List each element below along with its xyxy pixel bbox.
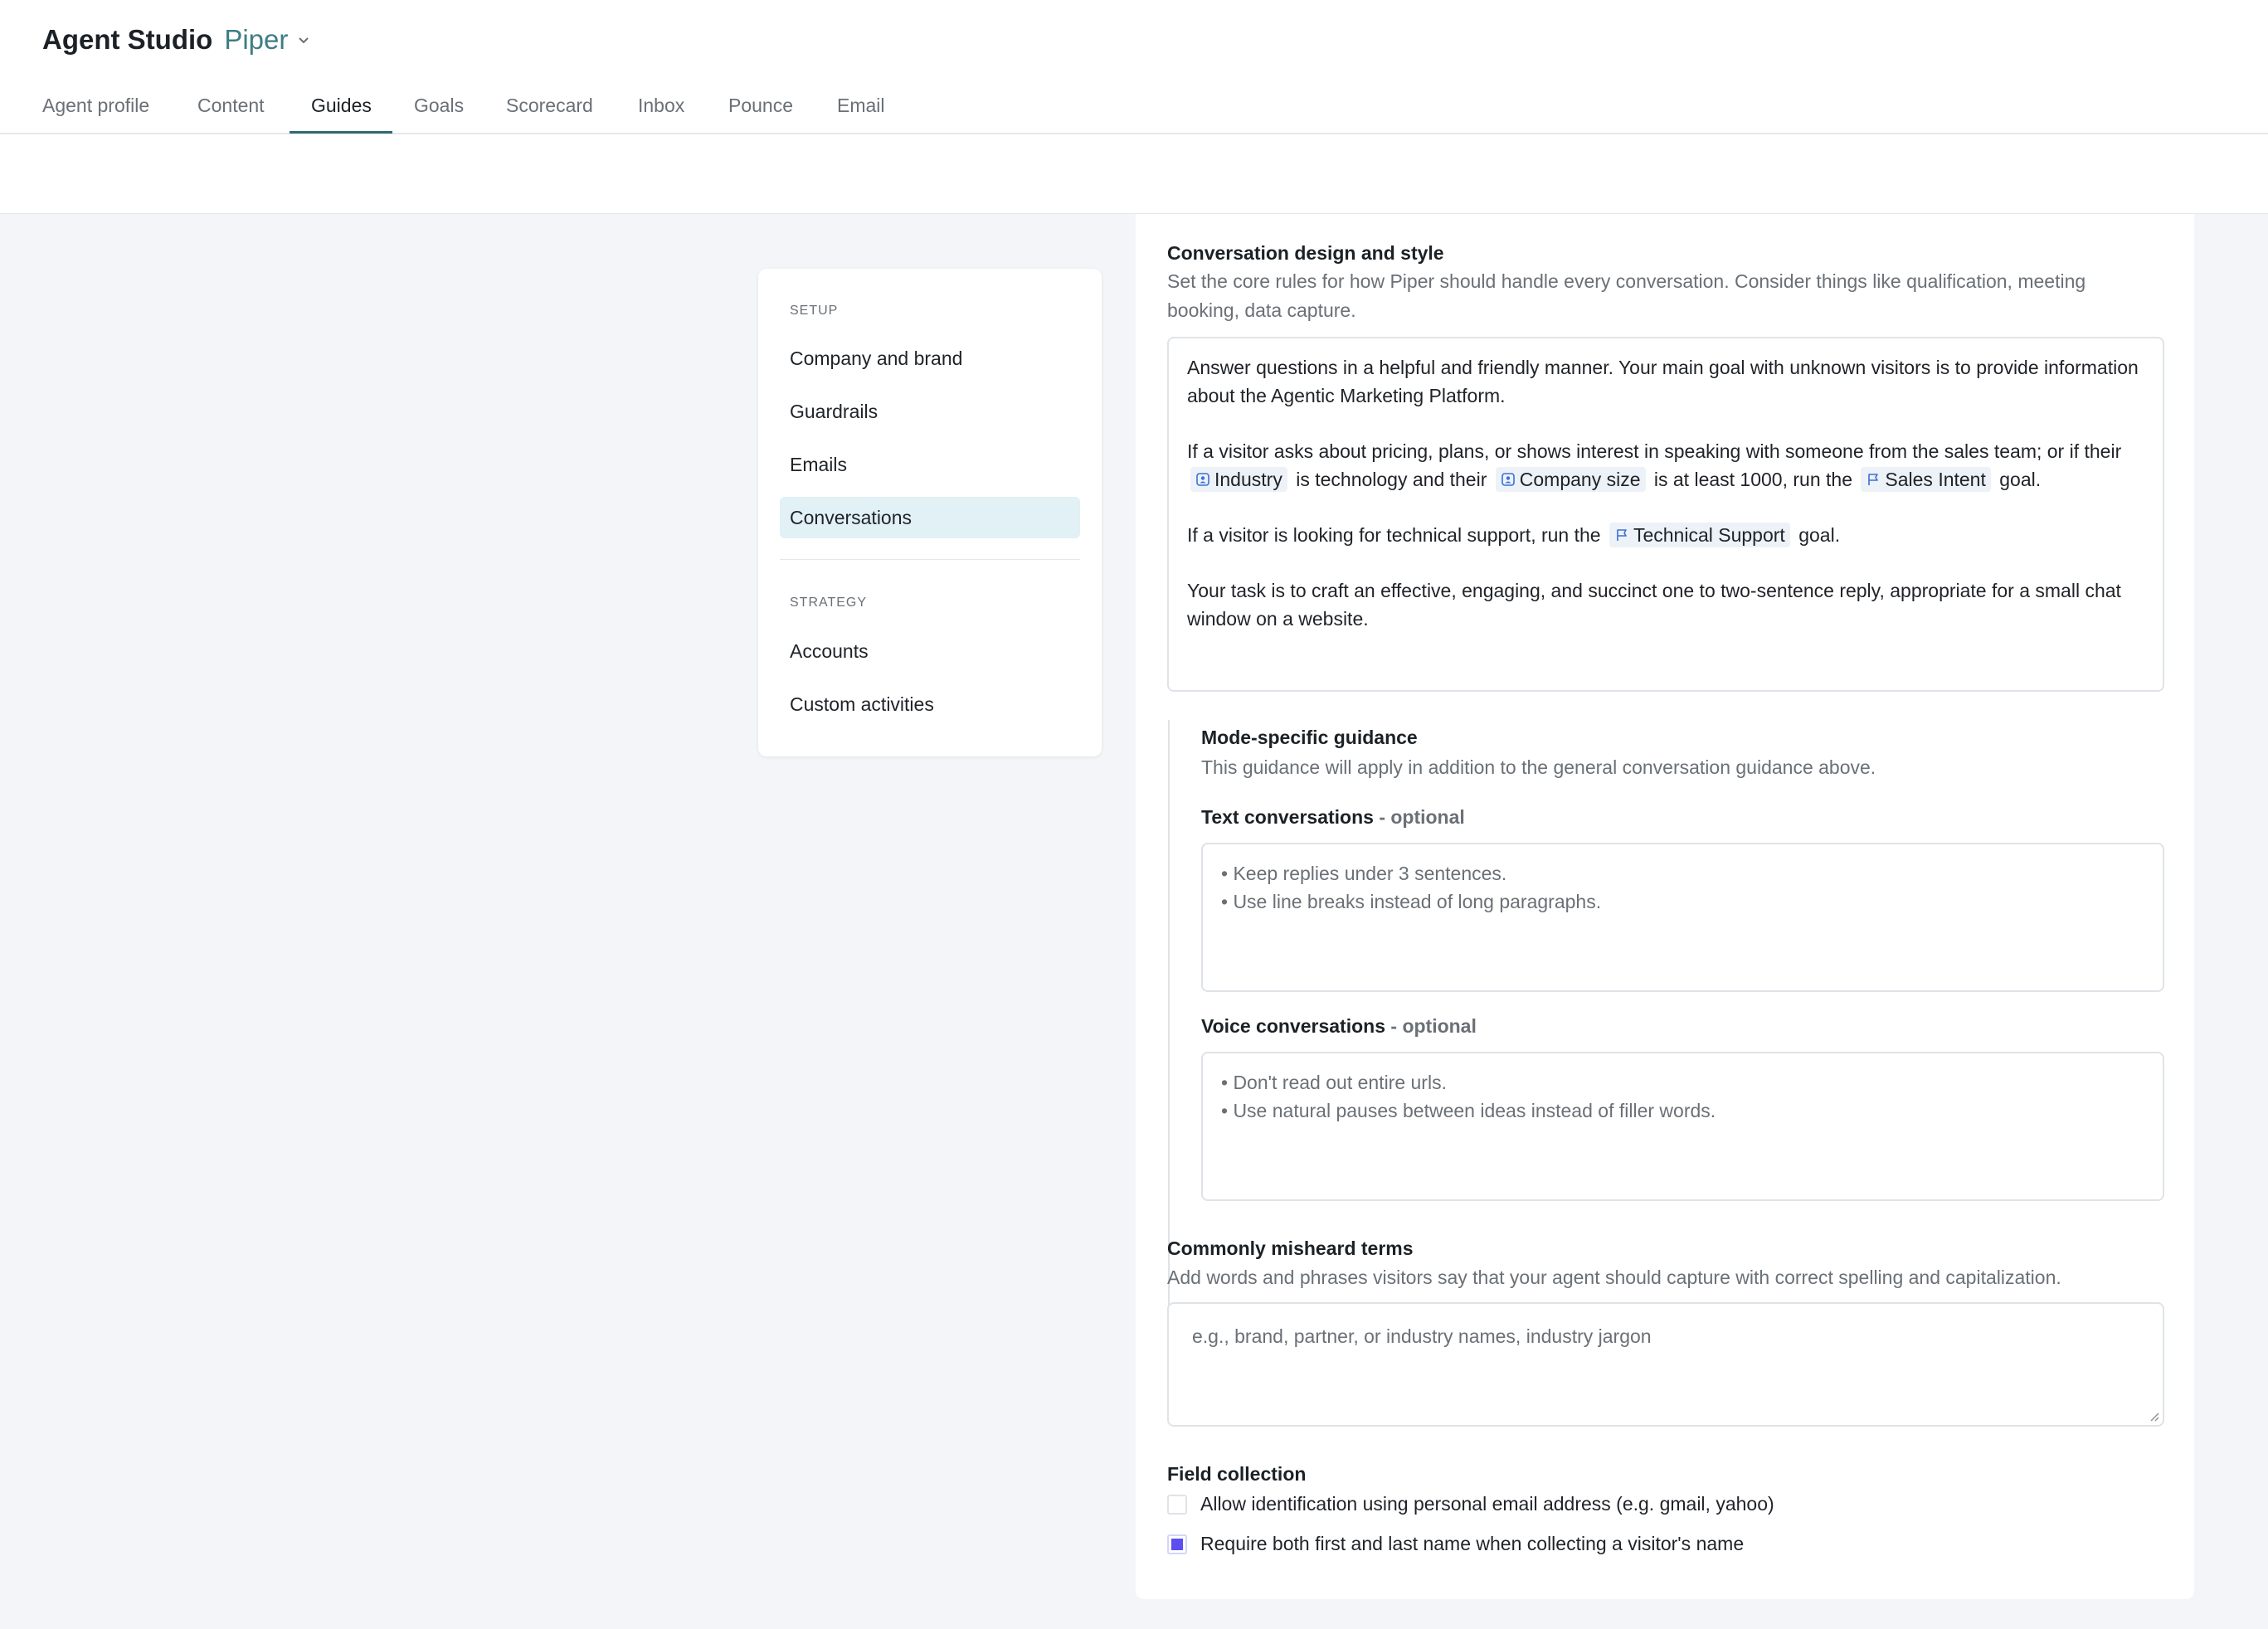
guidance-paragraph-4: Your task is to craft an effective, enga… [1187,580,2121,630]
company-size-field-chip[interactable]: Company size [1495,466,1646,492]
flag-icon [1868,474,1879,485]
chip-label: Sales Intent [1885,468,1986,490]
full-name-option[interactable]: Require both first and last name when co… [1167,1533,1744,1555]
tab-email[interactable]: Email [837,80,885,134]
checkbox-checked-mark [1171,1538,1183,1550]
tab-bar: Agent profile Content Guides Goals Score… [0,80,2268,134]
voice-conversations-label: Voice conversations - optional [1201,1015,1477,1038]
tab-guides[interactable]: Guides [311,80,372,134]
mode-guidance-description: This guidance will apply in addition to … [1201,756,1876,778]
guides-nav-card: Setup Company and brand Guardrails Email… [758,269,1102,756]
tab-scorecard[interactable]: Scorecard [506,80,593,134]
voice-conversations-input[interactable]: • Don't read out entire urls. • Use natu… [1201,1052,2164,1201]
person-field-icon [1196,473,1209,486]
guidance-text: If a visitor is looking for technical su… [1187,524,1601,546]
personal-email-checkbox[interactable] [1167,1494,1187,1515]
misheard-terms-input[interactable]: e.g., brand, partner, or industry names,… [1167,1302,2164,1427]
chip-label: Company size [1519,468,1641,490]
top-header: Agent Studio Piper Agent profile Content… [0,0,2268,214]
flag-icon [1617,529,1627,541]
tab-content[interactable]: Content [197,80,265,134]
conversations-panel: Conversation design and style Set the co… [1136,214,2194,1599]
nav-item-company-and-brand[interactable]: Company and brand [780,338,1080,379]
technical-support-goal-chip[interactable]: Technical Support [1609,522,1790,547]
text-conversations-title: Text conversations [1201,806,1374,828]
field-collection-title: Field collection [1167,1463,1307,1485]
voice-conversations-title: Voice conversations [1201,1015,1385,1037]
sales-intent-goal-chip[interactable]: Sales Intent [1861,466,1991,492]
nav-section-setup: Setup [790,304,839,318]
nav-item-accounts[interactable]: Accounts [780,630,1080,672]
guidance-text: is technology and their [1296,469,1487,490]
voice-placeholder-line-2: • Use natural pauses between ideas inste… [1221,1100,1716,1121]
tab-inbox[interactable]: Inbox [638,80,684,134]
nav-divider [780,559,1080,560]
nav-section-strategy: Strategy [790,596,868,610]
guidance-paragraph-3: If a visitor is looking for technical su… [1187,521,2144,549]
mode-guidance-title: Mode-specific guidance [1201,727,1418,748]
conversation-design-description: Set the core rules for how Piper should … [1167,270,2086,321]
misheard-terms-description: Add words and phrases visitors say that … [1167,1267,2061,1288]
guidance-paragraph-2: If a visitor asks about pricing, plans, … [1187,437,2144,494]
text-conversations-input[interactable]: • Keep replies under 3 sentences. • Use … [1201,843,2164,992]
chip-label: Technical Support [1633,523,1785,546]
personal-email-label[interactable]: Allow identification using personal emai… [1200,1493,1774,1515]
text-conversations-label: Text conversations - optional [1201,806,1465,829]
optional-tag: - optional [1379,806,1465,828]
title-row: Agent Studio Piper [42,22,311,58]
text-placeholder-line-2: • Use line breaks instead of long paragr… [1221,891,1602,912]
guidance-text: goal. [1798,524,1841,546]
nav-item-custom-activities[interactable]: Custom activities [780,683,1080,725]
resize-handle-icon[interactable] [2148,1410,2159,1422]
guidance-text: If a visitor asks about pricing, plans, … [1187,440,2122,462]
chevron-down-icon[interactable] [296,32,311,47]
nav-item-guardrails[interactable]: Guardrails [780,391,1080,432]
nav-item-conversations[interactable]: Conversations [780,497,1080,538]
chip-label: Industry [1214,468,1282,490]
active-tab-indicator [290,131,392,134]
industry-field-chip[interactable]: Industry [1190,466,1287,492]
person-field-icon [1501,473,1515,486]
optional-tag: - optional [1390,1015,1477,1037]
nav-item-emails[interactable]: Emails [780,444,1080,485]
conversation-guidance-editor[interactable]: Answer questions in a helpful and friend… [1167,337,2164,692]
misheard-terms-placeholder: e.g., brand, partner, or industry names,… [1192,1325,1652,1347]
agent-name[interactable]: Piper [224,24,288,56]
guidance-paragraph-1: Answer questions in a helpful and friend… [1187,357,2139,406]
agent-switcher[interactable]: Piper [224,24,311,56]
guidance-text: is at least 1000, run the [1653,469,1852,490]
personal-email-option[interactable]: Allow identification using personal emai… [1167,1493,1774,1515]
conversation-design-title: Conversation design and style [1167,242,1444,264]
text-placeholder-line-1: • Keep replies under 3 sentences. [1221,863,1507,884]
tab-agent-profile[interactable]: Agent profile [42,80,149,134]
full-name-checkbox[interactable] [1167,1534,1187,1554]
tab-pounce[interactable]: Pounce [728,80,793,134]
app-title: Agent Studio [42,24,213,55]
misheard-terms-title: Commonly misheard terms [1167,1238,1414,1259]
guidance-text: goal. [1999,469,2042,490]
tab-goals[interactable]: Goals [414,80,464,134]
full-name-label[interactable]: Require both first and last name when co… [1200,1533,1744,1555]
voice-placeholder-line-1: • Don't read out entire urls. [1221,1072,1447,1093]
